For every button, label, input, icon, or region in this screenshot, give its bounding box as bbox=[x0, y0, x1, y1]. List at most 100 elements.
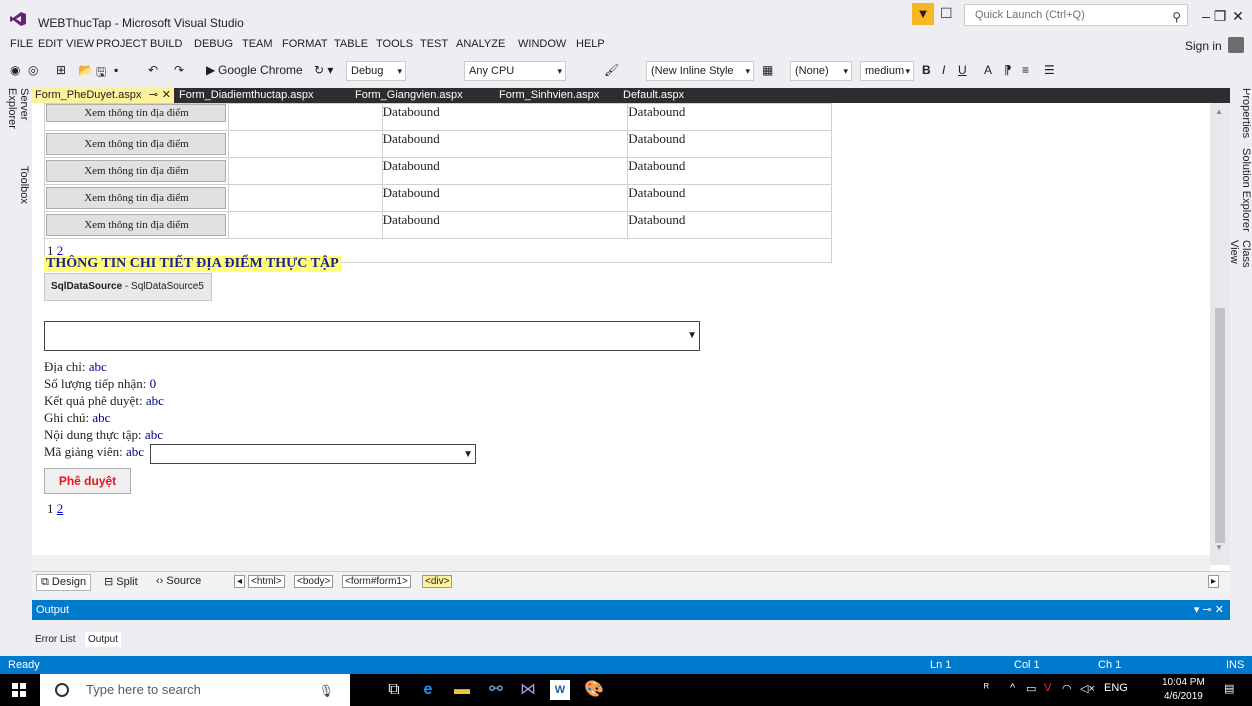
breadcrumb-div[interactable]: <div> bbox=[422, 575, 453, 588]
menu-view[interactable]: VIEW bbox=[66, 38, 94, 50]
account-icon[interactable] bbox=[1228, 37, 1244, 53]
target-rule-select[interactable]: (None) ▾ bbox=[790, 61, 852, 81]
tab-form-giangvien[interactable]: Form_Giangvien.aspx bbox=[352, 88, 472, 103]
new-project-icon[interactable]: ⊞ bbox=[56, 63, 66, 77]
font-color-icon[interactable]: A bbox=[984, 63, 992, 77]
design-surface[interactable]: Xem thông tin địa điểm Databound Databou… bbox=[32, 103, 1230, 571]
menu-analyze[interactable]: ANALYZE bbox=[456, 38, 505, 50]
wifi-icon[interactable]: ◠ bbox=[1062, 682, 1072, 695]
browser-select[interactable]: Google Chrome bbox=[218, 63, 303, 77]
redo-icon[interactable]: ↷ bbox=[174, 63, 184, 77]
source-view-tab[interactable]: ‹› Source bbox=[156, 575, 201, 587]
breadcrumb-html[interactable]: <html> bbox=[248, 575, 285, 588]
bold-button[interactable]: B bbox=[922, 63, 931, 77]
menu-format[interactable]: FORMAT bbox=[282, 38, 328, 50]
forward-icon[interactable]: ◎ bbox=[28, 63, 38, 77]
menu-file[interactable]: FILE bbox=[10, 38, 33, 50]
menu-table[interactable]: TABLE bbox=[334, 38, 368, 50]
save-icon[interactable]: 🖫 bbox=[96, 63, 106, 84]
tab-overflow-chevron-icon[interactable]: ▼ bbox=[1246, 88, 1252, 99]
pager-link[interactable]: 2 bbox=[57, 501, 64, 516]
windows-start-icon[interactable] bbox=[12, 683, 26, 697]
align-icon[interactable]: ≡ bbox=[1022, 63, 1029, 77]
tab-error-list[interactable]: Error List bbox=[32, 632, 79, 647]
breadcrumb-forward-icon[interactable]: ▸ bbox=[1208, 575, 1220, 588]
menu-window[interactable]: WINDOW bbox=[518, 38, 566, 50]
scroll-down-icon[interactable]: ▼ bbox=[1215, 543, 1223, 552]
view-location-button[interactable]: Xem thông tin địa điểm bbox=[46, 160, 227, 182]
tray-overflow-icon[interactable]: ^ bbox=[1010, 682, 1015, 694]
sqldatasource-control[interactable]: SqlDataSource - SqlDataSource5 bbox=[44, 273, 212, 301]
people-icon[interactable]: ᴿ bbox=[984, 682, 989, 694]
notifications-icon[interactable]: ▤ bbox=[1224, 682, 1234, 695]
tab-form-diadiemthuctap[interactable]: Form_Diadiemthuctap.aspx bbox=[176, 88, 336, 103]
menu-debug[interactable]: DEBUG bbox=[194, 38, 233, 50]
language-indicator[interactable]: ENG bbox=[1104, 682, 1128, 694]
toolbox-tab[interactable]: Toolbox bbox=[0, 166, 30, 216]
menu-project[interactable]: PROJECT bbox=[96, 38, 147, 50]
word-icon[interactable]: W bbox=[550, 680, 570, 700]
menu-build[interactable]: BUILD bbox=[150, 38, 182, 50]
style-select[interactable]: (New Inline Style ▾ bbox=[646, 61, 754, 81]
notification-flag-icon[interactable]: ▼ bbox=[912, 3, 934, 25]
font-size-select[interactable]: medium ▾ bbox=[860, 61, 914, 81]
refresh-icon[interactable]: ↻ ▾ bbox=[314, 63, 333, 77]
view-location-button[interactable]: Xem thông tin địa điểm bbox=[46, 104, 227, 122]
solution-explorer-tab[interactable]: Solution Explorer bbox=[1232, 148, 1252, 232]
quick-launch-input[interactable]: Quick Launch (Ctrl+Q) ⚲ bbox=[964, 4, 1188, 26]
back-icon[interactable]: ◉ bbox=[10, 63, 20, 77]
microphone-icon[interactable]: 🎙 bbox=[319, 675, 334, 706]
clock[interactable]: 10:04 PM 4/6/2019 bbox=[1162, 676, 1205, 704]
edge-browser-icon[interactable]: e bbox=[418, 680, 438, 700]
tab-form-sinhvien[interactable]: Form_Sinhvien.aspx bbox=[496, 88, 616, 103]
tab-output[interactable]: Output bbox=[85, 632, 122, 647]
approve-button[interactable]: Phê duyệt bbox=[44, 468, 131, 494]
breadcrumb-body[interactable]: <body> bbox=[294, 575, 334, 588]
brush-icon[interactable]: 🖌 bbox=[604, 63, 619, 77]
tab-form-pheduyet[interactable]: Form_PheDuyet.aspx ⊸ ✕ bbox=[32, 88, 174, 103]
vertical-scrollbar[interactable]: ▲ ▼ bbox=[1210, 103, 1230, 565]
paragraph-icon[interactable]: ⁋ bbox=[1004, 63, 1012, 77]
scroll-up-icon[interactable]: ▲ bbox=[1215, 107, 1223, 116]
menu-tools[interactable]: TOOLS bbox=[376, 38, 413, 50]
tab-default[interactable]: Default.aspx bbox=[620, 88, 710, 103]
close-icon[interactable]: ✕ bbox=[162, 88, 171, 103]
bullets-icon[interactable]: ☰ bbox=[1044, 63, 1055, 77]
horizontal-scrollbar[interactable] bbox=[32, 555, 1210, 571]
undo-icon[interactable]: ↶ bbox=[148, 63, 158, 77]
panel-controls[interactable]: ▾ ⊸ ✕ bbox=[1194, 600, 1224, 620]
lecturer-dropdown[interactable]: ▼ bbox=[150, 444, 476, 464]
location-dropdown[interactable]: ▼ bbox=[44, 321, 700, 351]
feedback-icon[interactable]: ☐ bbox=[940, 5, 956, 21]
class-view-tab[interactable]: Class View bbox=[1228, 240, 1252, 290]
battery-icon[interactable]: ▭ bbox=[1026, 682, 1036, 695]
view-location-button[interactable]: Xem thông tin địa điểm bbox=[46, 214, 227, 236]
server-explorer-tab[interactable]: Server Explorer bbox=[0, 88, 30, 158]
network-app-icon[interactable]: ⚯ bbox=[486, 680, 506, 700]
search-icon[interactable]: ⚲ bbox=[1172, 7, 1181, 27]
underline-button[interactable]: U bbox=[958, 63, 967, 77]
menu-team[interactable]: TEAM bbox=[242, 38, 273, 50]
file-explorer-icon[interactable]: ▬ bbox=[452, 680, 472, 700]
target-rule-icon[interactable]: ▦ bbox=[762, 63, 773, 77]
open-file-icon[interactable]: 📂 bbox=[78, 63, 93, 77]
platform-select[interactable]: Any CPU ▾ bbox=[464, 61, 566, 81]
start-debug-icon[interactable]: ▶ bbox=[206, 63, 215, 77]
save-all-icon[interactable]: ▪ bbox=[114, 63, 118, 77]
menu-edit[interactable]: EDIT bbox=[38, 38, 63, 50]
close-button[interactable]: ✕ bbox=[1228, 8, 1248, 25]
restore-button[interactable]: ❐ bbox=[1210, 8, 1230, 25]
menu-help[interactable]: HELP bbox=[576, 38, 605, 50]
pin-icon[interactable]: ⊸ bbox=[149, 88, 158, 103]
menu-test[interactable]: TEST bbox=[420, 38, 448, 50]
design-view-tab[interactable]: ⧉ Design bbox=[36, 574, 92, 591]
visual-studio-taskbar-icon[interactable]: ⋈ bbox=[518, 680, 538, 700]
taskbar-search-input[interactable]: Type here to search 🎙 bbox=[40, 674, 350, 706]
italic-button[interactable]: I bbox=[942, 63, 945, 77]
view-location-button[interactable]: Xem thông tin địa điểm bbox=[46, 187, 227, 209]
paint-icon[interactable]: 🎨 bbox=[584, 680, 604, 700]
volume-icon[interactable]: ◁× bbox=[1080, 682, 1095, 695]
split-view-tab[interactable]: ⊟ Split bbox=[104, 575, 138, 588]
antivirus-icon[interactable]: V bbox=[1044, 682, 1051, 694]
breadcrumb-form[interactable]: <form#form1> bbox=[342, 575, 411, 588]
